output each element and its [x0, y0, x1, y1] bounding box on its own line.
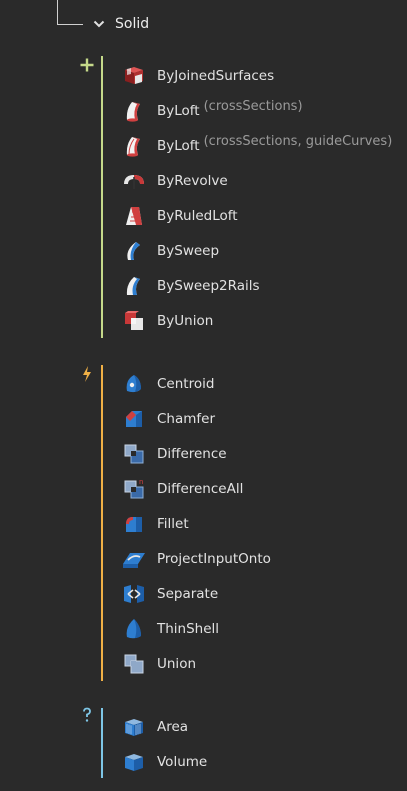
category-label: Solid [115, 16, 150, 32]
chevron-down-icon[interactable] [92, 17, 106, 31]
chamfer-icon [122, 407, 146, 431]
separate-icon [122, 582, 146, 606]
node-chamfer[interactable]: Chamfer [122, 407, 215, 431]
node-label: Centroid [157, 376, 215, 392]
project-input-icon [122, 547, 146, 571]
node-separate[interactable]: Separate [122, 582, 218, 606]
centroid-icon [122, 372, 146, 396]
node-difference[interactable]: Difference [122, 442, 227, 466]
question-icon [78, 706, 96, 724]
solid-category-header[interactable]: Solid [92, 13, 149, 35]
ruled-loft-icon [122, 204, 146, 228]
node-byrevolve[interactable]: ByRevolve [122, 169, 228, 193]
create-section-line [101, 56, 103, 338]
node-label: ByLoft [157, 138, 200, 154]
difference-icon [122, 442, 146, 466]
node-label: ByLoft [157, 103, 200, 119]
node-label: ThinShell [157, 621, 220, 637]
action-section-line [101, 365, 103, 681]
node-centroid[interactable]: Centroid [122, 372, 214, 396]
node-label: Union [157, 656, 197, 672]
node-projectinputonto[interactable]: ProjectInputOnto [122, 547, 271, 571]
sweep2rails-icon [122, 274, 146, 298]
node-differenceall[interactable]: n DifferenceAll [122, 477, 243, 501]
node-fillet[interactable]: Fillet [122, 512, 189, 536]
query-section: Area Volume [0, 706, 407, 778]
node-label: ProjectInputOnto [157, 551, 271, 567]
node-byloft-guidecurves[interactable]: ByLoft (crossSections, guideCurves) [122, 134, 392, 158]
lightning-icon [78, 365, 96, 383]
union-create-icon [122, 309, 146, 333]
node-label: ByRuledLoft [157, 208, 238, 224]
sweep-icon [122, 239, 146, 263]
node-byunion[interactable]: ByUnion [122, 309, 213, 333]
plus-icon [78, 56, 96, 74]
node-label: ByJoinedSurfaces [157, 68, 275, 84]
union-icon [122, 652, 146, 676]
node-byloft-crosssections[interactable]: ByLoft (crossSections) [122, 99, 303, 123]
node-label: DifferenceAll [157, 481, 244, 497]
joined-surfaces-icon [122, 64, 146, 88]
thinshell-icon [122, 617, 146, 641]
tree-connector-horizontal [57, 24, 83, 25]
node-label: Difference [157, 446, 227, 462]
node-label: ByRevolve [157, 173, 228, 189]
tree-connector-vertical [57, 0, 58, 25]
action-section: Centroid Chamfer Difference n Difference… [0, 365, 407, 681]
loft-icon [122, 99, 146, 123]
node-label: ByUnion [157, 313, 214, 329]
create-section: ByJoinedSurfaces ByLoft (crossSections) … [0, 56, 407, 341]
node-thinshell[interactable]: ThinShell [122, 617, 219, 641]
area-icon [122, 715, 146, 739]
node-label: Area [157, 719, 189, 735]
loft-guides-icon [122, 134, 146, 158]
difference-all-icon: n [122, 477, 146, 501]
node-byruledloft[interactable]: ByRuledLoft [122, 204, 238, 228]
revolve-icon [122, 169, 146, 193]
node-label: BySweep [157, 243, 220, 259]
node-label: Separate [157, 586, 219, 602]
svg-text:n: n [139, 478, 143, 486]
node-label: Chamfer [157, 411, 216, 427]
node-byjoinedsurfaces[interactable]: ByJoinedSurfaces [122, 64, 278, 88]
node-bysweep2rails[interactable]: BySweep2Rails [122, 274, 260, 298]
fillet-icon [122, 512, 146, 536]
node-label: BySweep2Rails [157, 278, 260, 294]
node-union[interactable]: Union [122, 652, 196, 676]
node-label: Volume [157, 754, 208, 770]
node-volume[interactable]: Volume [122, 750, 207, 774]
query-section-line [101, 708, 103, 778]
node-label: Fillet [157, 516, 189, 532]
node-bysweep[interactable]: BySweep [122, 239, 219, 263]
node-params: (crossSections, guideCurves) [203, 133, 393, 149]
node-params: (crossSections) [203, 98, 303, 114]
volume-icon [122, 750, 146, 774]
node-area[interactable]: Area [122, 715, 188, 739]
